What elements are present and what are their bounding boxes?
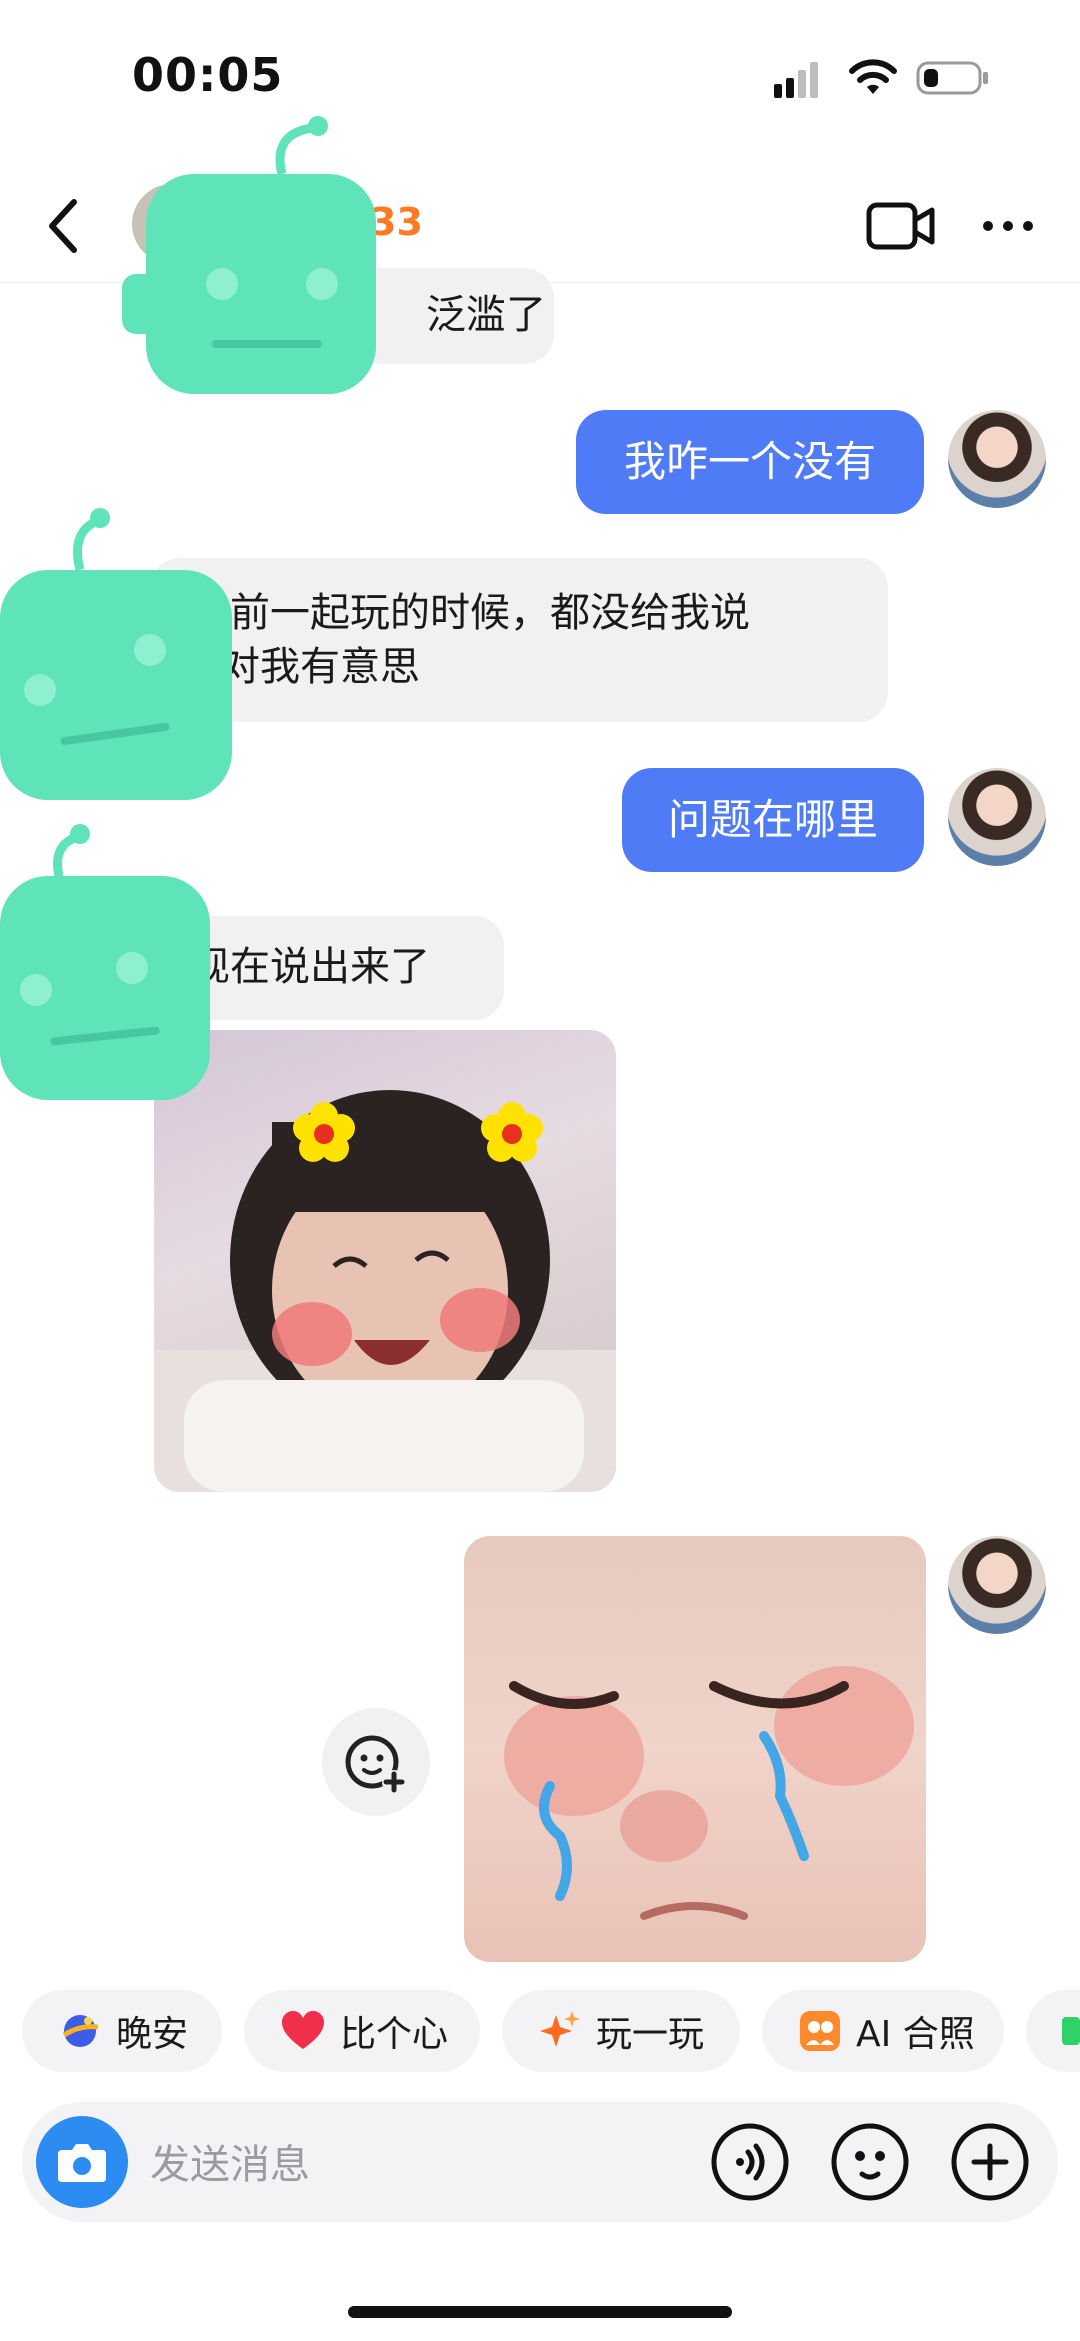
- sticker-image[interactable]: [464, 1536, 926, 1962]
- outgoing-message-bubble[interactable]: 问题在哪里: [622, 768, 924, 872]
- sticker-image[interactable]: [154, 1030, 616, 1492]
- message-text: 以前一起玩的时候，都没给我说: [190, 590, 750, 636]
- quick-chip-play[interactable]: 玩一玩: [502, 1990, 740, 2072]
- chip-label: 玩一玩: [596, 2014, 705, 2055]
- quick-chip-good-night[interactable]: 晚安: [22, 1990, 222, 2072]
- voice-input-button[interactable]: [710, 2122, 790, 2202]
- message-text: 问题在哪里: [667, 795, 878, 844]
- camera-button[interactable]: [36, 2116, 128, 2208]
- chip-label: 晚安: [116, 2014, 189, 2055]
- plus-button[interactable]: [950, 2122, 1030, 2202]
- robot-watermark-icon: [122, 116, 376, 394]
- chip-label: AI 合照: [856, 2014, 975, 2055]
- emoji-button[interactable]: [830, 2122, 910, 2202]
- message-text: 泛滥了: [426, 292, 546, 338]
- chip-partial-icon: [1062, 2017, 1080, 2045]
- camera-icon: [58, 2144, 106, 2182]
- quick-chip-ai-photo[interactable]: AI 合照: [762, 1990, 1004, 2072]
- incoming-message-bubble[interactable]: 以前一起玩的时候，都没给我说 对我有意思: [150, 558, 888, 722]
- message-input-bar: 发送消息: [22, 2102, 1058, 2222]
- message-text: 现在说出来了: [190, 944, 430, 990]
- my-avatar[interactable]: [948, 1536, 1046, 1634]
- robot-watermark-icon: [0, 824, 210, 1100]
- message-text: 对我有意思: [220, 644, 420, 690]
- quick-chip-heart[interactable]: 比个心: [244, 1990, 480, 2072]
- heart-icon: [282, 2011, 324, 2049]
- battery-icon: [916, 61, 988, 95]
- wifi-icon: [849, 59, 897, 94]
- sticker-add-icon: [345, 1735, 406, 1794]
- outgoing-message-bubble[interactable]: 我咋一个没有: [576, 410, 924, 514]
- my-avatar[interactable]: [948, 768, 1046, 866]
- ai-photo-icon: [800, 2011, 840, 2051]
- add-sticker-button[interactable]: [322, 1708, 430, 1816]
- robot-watermark-icon: [0, 508, 232, 800]
- home-indicator[interactable]: [348, 2306, 732, 2318]
- chip-label: 比个心: [340, 2014, 449, 2055]
- quick-chip-partial[interactable]: [1026, 1990, 1080, 2072]
- more-options-button[interactable]: [980, 206, 1036, 246]
- back-button[interactable]: [40, 194, 90, 258]
- sparkle-icon: [540, 2011, 580, 2047]
- status-time: 00:05: [132, 48, 284, 102]
- message-text: 我咋一个没有: [623, 437, 876, 486]
- video-call-button[interactable]: [866, 198, 936, 254]
- message-input[interactable]: 发送消息: [150, 2132, 310, 2190]
- my-avatar[interactable]: [948, 410, 1046, 508]
- cellular-signal-icon: [774, 62, 826, 98]
- moon-planet-icon: [62, 2015, 99, 2047]
